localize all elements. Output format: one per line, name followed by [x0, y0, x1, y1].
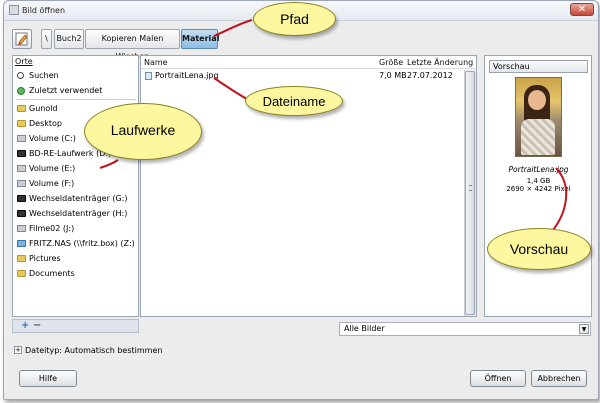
callout-preview: Vorschau — [487, 228, 591, 270]
callout-filename: Dateiname — [245, 86, 343, 116]
callout-drives-text: Laufwerke — [110, 122, 176, 138]
annotation-lines — [99, 19, 568, 246]
callout-path-text: Pfad — [280, 11, 309, 27]
callout-drives: Laufwerke — [84, 103, 202, 160]
callout-filename-text: Dateiname — [262, 94, 326, 109]
callout-preview-text: Vorschau — [509, 241, 569, 257]
callout-path: Pfad — [253, 2, 336, 36]
